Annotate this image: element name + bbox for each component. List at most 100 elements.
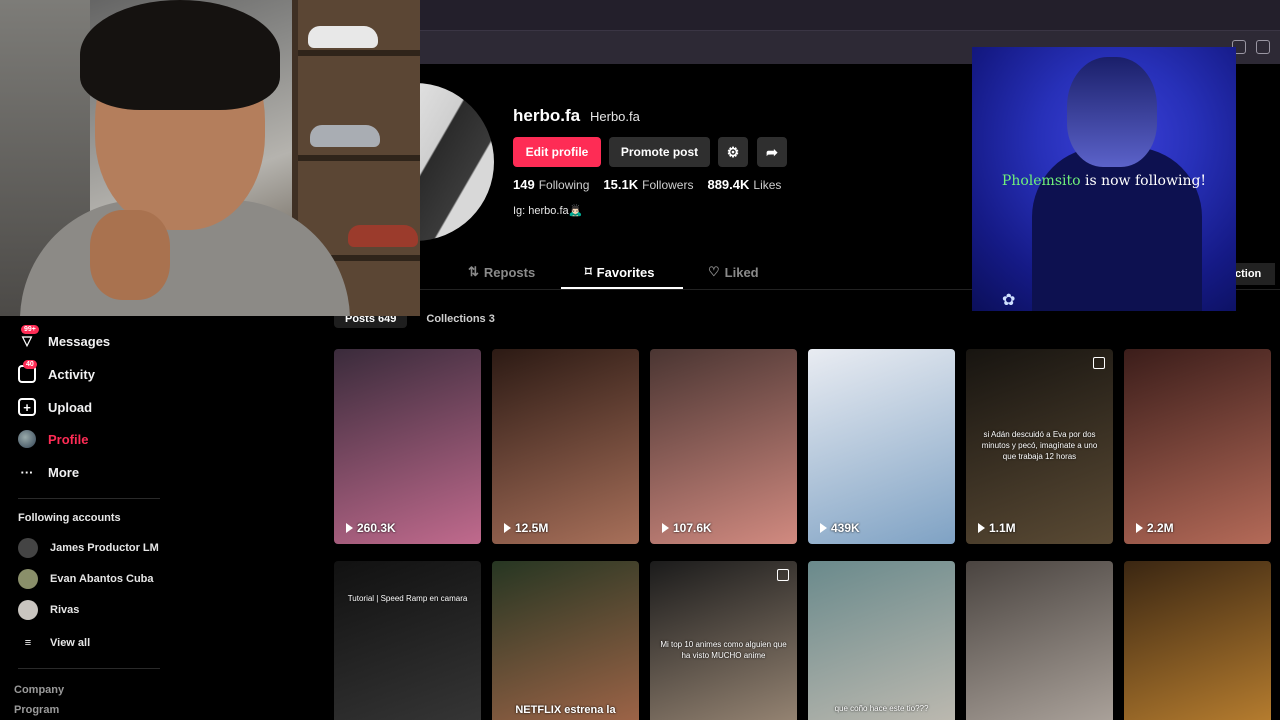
translate-icon[interactable]	[1256, 40, 1270, 54]
profile-stats: 149 Following 15.1K Followers 889.4K Likes	[513, 177, 781, 192]
followers-stat[interactable]: 15.1K Followers	[603, 177, 693, 192]
tab-reposts[interactable]: ⇅ Reposts	[468, 264, 535, 280]
play-icon	[662, 523, 669, 533]
photo-carousel-icon	[1093, 357, 1105, 369]
following-account-item[interactable]: Evan Abantos Cuba	[18, 568, 154, 590]
play-icon	[346, 523, 353, 533]
following-accounts-header: Following accounts	[18, 512, 121, 524]
play-icon	[820, 523, 827, 533]
account-avatar	[18, 600, 38, 620]
sidebar-divider	[18, 668, 160, 669]
account-name: James Productor LM	[50, 542, 159, 554]
activity-badge: 40	[23, 360, 37, 369]
promote-post-button[interactable]: Promote post	[609, 137, 710, 167]
view-count: 107.6K	[662, 521, 712, 535]
account-name: Rivas	[50, 604, 80, 616]
video-card[interactable]: 12.5M	[492, 349, 639, 544]
video-card[interactable]	[1124, 561, 1271, 720]
sidebar-item-messages[interactable]: ▽ 99+ Messages	[18, 325, 111, 353]
upload-icon: +	[18, 398, 36, 416]
sidebar-item-label: Activity	[48, 366, 95, 382]
tab-label: Liked	[724, 264, 759, 280]
view-count: 260.3K	[346, 521, 396, 535]
list-icon: ≡	[24, 637, 32, 649]
flower-icon: ✿	[1002, 292, 1016, 309]
video-caption: que coño hace este tio???	[834, 704, 929, 713]
messages-icon: ▽ 99+	[18, 325, 39, 350]
video-card[interactable]: Tutorial | Speed Ramp en camara	[334, 561, 481, 720]
view-count-text: 439K	[831, 521, 860, 535]
following-stat[interactable]: 149 Following	[513, 177, 589, 192]
profile-avatar-icon	[18, 430, 36, 448]
notification-text: Pholemsito is now following!	[972, 173, 1236, 189]
account-name: Evan Abantos Cuba	[50, 573, 154, 585]
webcam-person-hair	[80, 0, 280, 110]
edit-profile-button[interactable]: Edit profile	[513, 137, 601, 167]
sidebar-item-label: More	[48, 464, 80, 480]
profile-bio: Ig: herbo.fa🙇🏻‍♂️	[513, 205, 583, 217]
notification-person-suit	[1032, 147, 1202, 311]
view-count-text: 107.6K	[673, 521, 712, 535]
video-caption: Tutorial | Speed Ramp en camara	[347, 594, 468, 603]
footer-link-company[interactable]: Company	[14, 684, 64, 696]
video-card[interactable]: NETFLIX estrena la	[492, 561, 639, 720]
view-count-text: 2.2M	[1147, 521, 1174, 535]
sidebar-divider	[18, 498, 160, 499]
video-card[interactable]: que coño hace este tio???	[808, 561, 955, 720]
likes-label: Likes	[753, 178, 782, 192]
following-account-item[interactable]: Rivas	[18, 599, 79, 621]
repost-icon: ⇅	[468, 264, 479, 279]
sidebar-item-more[interactable]: ··· More	[18, 460, 80, 484]
sidebar-item-upload[interactable]: + Upload	[18, 395, 92, 419]
video-caption: si Adán descuidó a Eva por dos minutos y…	[981, 430, 1098, 461]
video-caption: NETFLIX estrena la	[515, 704, 616, 716]
bookmark-icon: ⌑	[585, 264, 592, 279]
video-card[interactable]: 2.2M	[1124, 349, 1271, 544]
left-sidebar: ▽ 99+ Messages 40 Activity + Upload Profi…	[0, 316, 200, 720]
followers-label: Followers	[642, 178, 694, 192]
play-icon	[1136, 523, 1143, 533]
account-avatar	[18, 538, 38, 558]
play-icon	[978, 523, 985, 533]
browser-toolbar-icons	[1232, 40, 1270, 54]
tab-liked[interactable]: ♡ Liked	[708, 264, 759, 280]
gear-icon: ⚙	[726, 143, 740, 160]
video-card[interactable]	[966, 561, 1113, 720]
footer-link-program[interactable]: Program	[14, 704, 59, 716]
video-card[interactable]: 439K	[808, 349, 955, 544]
view-count-text: 12.5M	[515, 521, 549, 535]
tab-label: Favorites	[596, 264, 655, 280]
notification-message: is now following!	[1080, 173, 1207, 189]
activity-icon: 40	[18, 360, 37, 383]
sidebar-item-label: Upload	[48, 399, 93, 415]
view-count: 439K	[820, 521, 860, 535]
view-count-text: 1.1M	[989, 521, 1016, 535]
sidebar-item-profile[interactable]: Profile	[18, 427, 88, 451]
profile-username: herbo.fa	[513, 106, 581, 125]
more-icon: ···	[20, 464, 34, 480]
photo-carousel-icon	[777, 569, 789, 581]
video-caption: Mi top 10 animes como alguien que ha vis…	[660, 640, 787, 660]
following-count: 149	[513, 177, 535, 192]
video-card[interactable]: si Adán descuidó a Eva por dos minutos y…	[966, 349, 1113, 544]
follower-notification-overlay: Pholemsito is now following! ✿	[972, 47, 1236, 311]
view-count: 12.5M	[504, 521, 548, 535]
tab-label: Reposts	[483, 264, 536, 280]
notification-person-head	[1067, 57, 1157, 167]
video-card[interactable]: 260.3K	[334, 349, 481, 544]
view-count-text: 260.3K	[357, 521, 396, 535]
subtab-collections[interactable]: Collections 3	[415, 310, 505, 328]
account-avatar	[18, 569, 38, 589]
settings-button[interactable]: ⚙	[718, 137, 748, 167]
following-account-item[interactable]: James Productor LM	[18, 537, 159, 559]
sidebar-item-label: Messages	[48, 333, 111, 349]
sidebar-item-activity[interactable]: 40 Activity	[18, 360, 95, 386]
active-tab-underline	[561, 287, 683, 289]
share-button[interactable]: ➦	[757, 137, 787, 167]
video-card[interactable]: Mi top 10 animes como alguien que ha vis…	[650, 561, 797, 720]
heart-icon: ♡	[708, 264, 720, 279]
video-card[interactable]: 107.6K	[650, 349, 797, 544]
followers-count: 15.1K	[603, 177, 639, 192]
view-all-link[interactable]: ≡ View all	[18, 632, 90, 654]
tab-favorites[interactable]: ⌑ Favorites	[585, 264, 654, 280]
